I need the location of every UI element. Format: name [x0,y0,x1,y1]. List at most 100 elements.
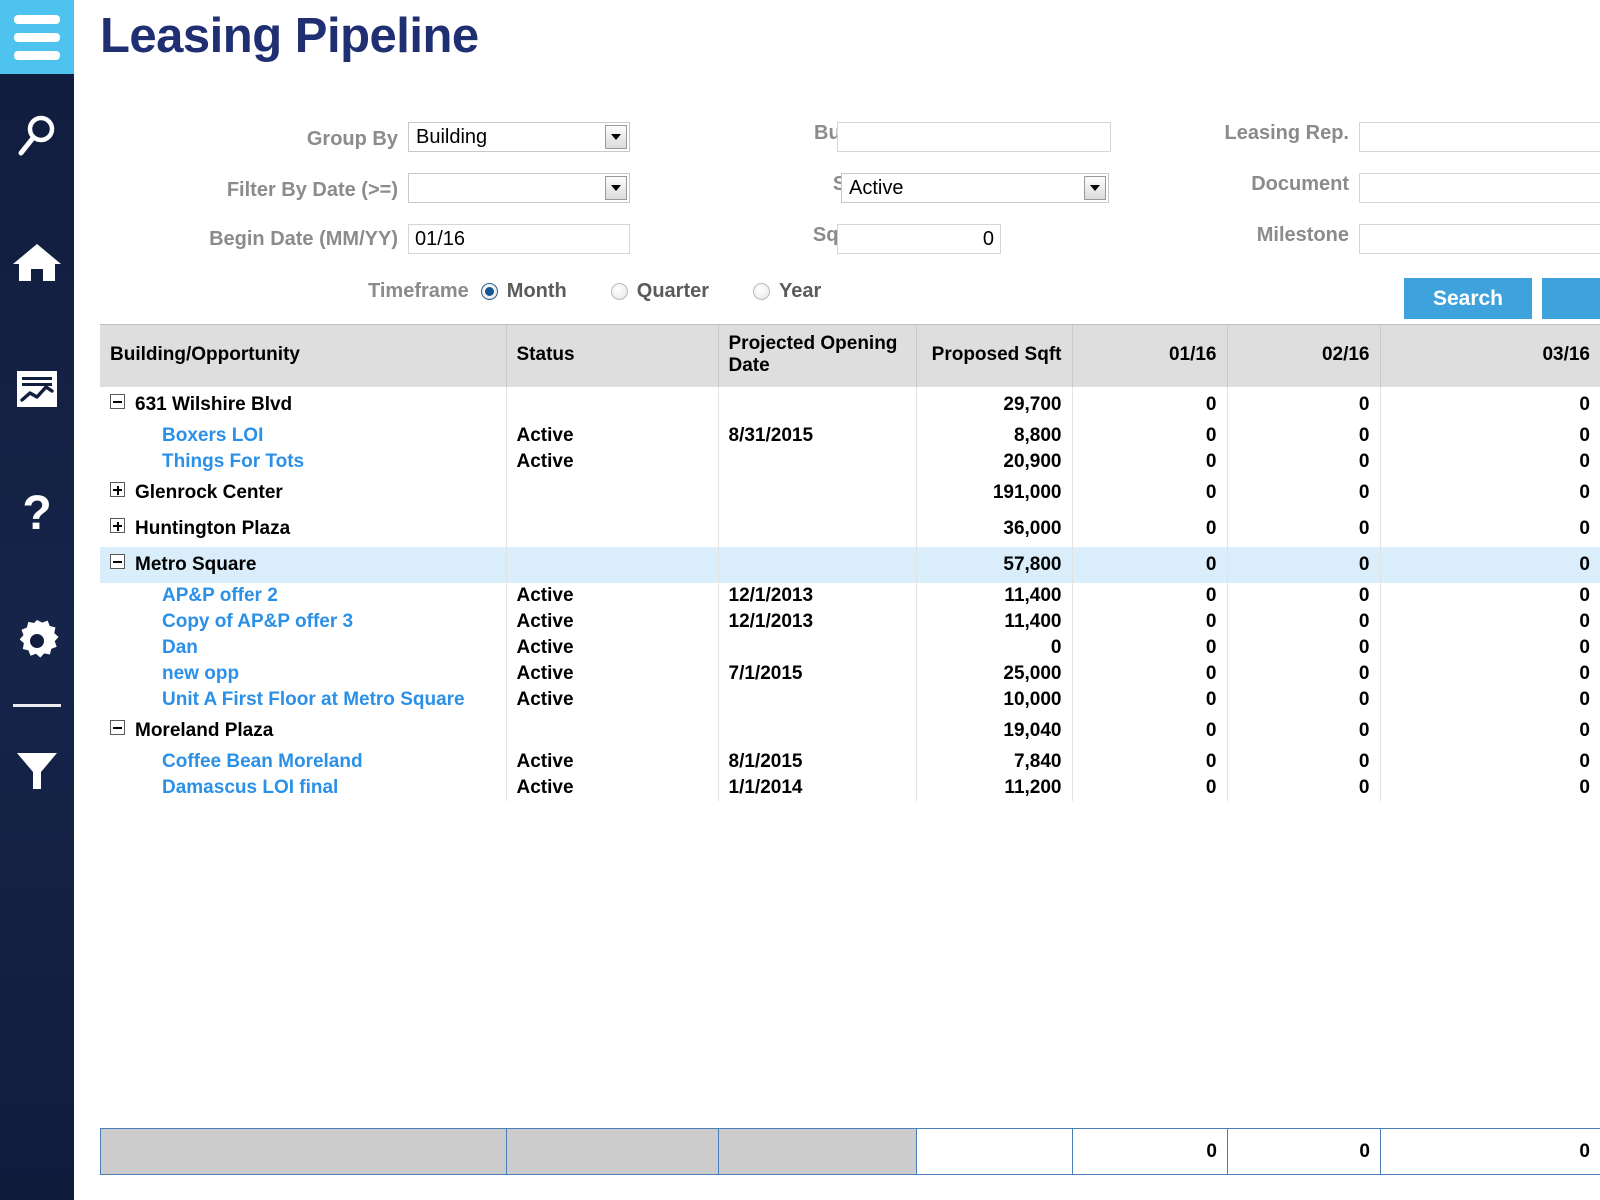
proposed-sqft-cell: 57,800 [916,547,1073,583]
projected-opening-date-cell: 7/1/2015 [718,661,917,687]
secondary-action-button[interactable] [1542,278,1600,319]
sidebar-item-search[interactable] [0,74,74,200]
sidebar-item-settings[interactable] [0,578,74,704]
chevron-down-icon[interactable] [1084,176,1106,200]
table-row[interactable]: 631 Wilshire Blvd 29,700 0 0 0 [100,387,1600,423]
sidebar-item-reports[interactable] [0,326,74,452]
opportunity-link[interactable]: AP&P offer 2 [100,583,507,609]
sidebar-item-filter[interactable] [0,707,74,833]
opportunity-link[interactable]: Unit A First Floor at Metro Square [100,687,507,713]
opportunity-link[interactable]: Damascus LOI final [100,775,507,801]
month-3-cell: 0 [1579,611,1590,632]
projected-opening-date-cell [718,687,917,713]
radio-year-label[interactable]: Year [779,280,821,303]
collapse-toggle-icon[interactable] [110,554,125,569]
month-3-cell: 0 [1579,663,1590,684]
projected-opening-date-cell: 8/1/2015 [718,749,917,775]
status-value: Active [849,177,904,199]
hamburger-icon-bar [14,32,60,42]
table-row[interactable]: Damascus LOI final Active 1/1/2014 11,200 0 0… [100,775,1600,801]
month-2-cell: 0 [1227,475,1381,511]
month-1-cell: 0 [1072,449,1228,475]
column-header-proposed-sqft[interactable]: Proposed Sqft [916,325,1073,387]
table-row[interactable]: AP&P offer 2 Active 12/1/2013 11,400 0 0 0 [100,583,1600,609]
sqft-input[interactable] [837,224,1001,254]
milestone-input[interactable] [1359,224,1600,254]
radio-year[interactable] [753,283,771,300]
month-1-cell: 0 [1072,423,1228,449]
table-row[interactable]: Copy of AP&P offer 3 Active 12/1/2013 11,40… [100,609,1600,635]
field-group-by: Group By Building [74,122,630,157]
proposed-sqft-cell: 8,800 [916,423,1073,449]
radio-quarter-label[interactable]: Quarter [637,280,709,303]
page-title: Leasing Pipeline [100,9,479,63]
projected-opening-date-cell [718,475,917,511]
table-row[interactable]: Moreland Plaza 19,040 0 0 0 [100,713,1600,749]
status-cell [506,475,719,511]
month-2-cell: 0 [1227,387,1381,423]
table-row[interactable]: Metro Square 57,800 0 0 0 [100,547,1600,583]
table-row[interactable]: Huntington Plaza 36,000 0 0 0 [100,511,1600,547]
table-row[interactable]: Dan Active 0 0 0 0 [100,635,1600,661]
table-row[interactable]: Unit A First Floor at Metro Square Active… [100,687,1600,713]
month-2-cell: 0 [1227,713,1381,749]
proposed-sqft-cell: 0 [916,635,1073,661]
opportunity-link[interactable]: Things For Tots [100,449,507,475]
table-row[interactable]: Boxers LOI Active 8/31/2015 8,800 0 0 0 [100,423,1600,449]
status-select[interactable]: Active [841,173,1109,203]
collapse-toggle-icon[interactable] [110,394,125,409]
column-header-month-2[interactable]: 02/16 [1227,325,1381,387]
collapse-toggle-icon[interactable] [110,720,125,735]
app-root: ? Leasing Pipeline Group By Building Fil… [0,0,1600,1200]
proposed-sqft-cell: 7,840 [916,749,1073,775]
status-cell: Active [506,423,719,449]
column-header-building[interactable]: Building/Opportunity [100,325,507,387]
radio-month[interactable] [480,283,498,300]
begin-date-input[interactable] [408,224,630,254]
leasing-rep-label: Leasing Rep. [1224,122,1349,144]
sidebar: ? [0,0,74,1200]
sidebar-item-home[interactable] [0,200,74,326]
column-header-projected-opening-date[interactable]: Projected Opening Date [718,325,917,387]
filter-by-date-select[interactable] [408,173,630,203]
column-header-status[interactable]: Status [506,325,719,387]
month-2-cell: 0 [1227,423,1381,449]
status-cell: Active [506,583,719,609]
building-input[interactable] [837,122,1111,152]
milestone-label: Milestone [1256,224,1349,246]
leasing-rep-input[interactable] [1359,122,1600,152]
chevron-down-icon[interactable] [605,176,627,200]
month-2-cell: 0 [1227,583,1381,609]
table-row[interactable]: Things For Tots Active 20,900 0 0 0 [100,449,1600,475]
hamburger-menu-button[interactable] [0,0,74,74]
proposed-sqft-cell: 11,400 [916,583,1073,609]
opportunity-link[interactable]: Coffee Bean Moreland [100,749,507,775]
radio-quarter[interactable] [610,283,628,300]
opportunity-link[interactable]: new opp [100,661,507,687]
expand-toggle-icon[interactable] [110,482,125,497]
totals-row: 0 0 0 [100,1128,1600,1175]
month-1-cell: 0 [1072,547,1228,583]
totals-cell-building [100,1128,507,1175]
group-by-select[interactable]: Building [408,122,630,152]
column-header-month-1[interactable]: 01/16 [1072,325,1228,387]
expand-toggle-icon[interactable] [110,518,125,533]
month-3-cell: 0 [1579,451,1590,472]
pipeline-table: Building/Opportunity Status Projected Op… [100,324,1600,801]
document-input[interactable] [1359,173,1600,203]
opportunity-link[interactable]: Boxers LOI [100,423,507,449]
radio-month-label[interactable]: Month [507,280,567,303]
column-header-month-3[interactable]: 03/16 [1380,325,1600,387]
opportunity-link[interactable]: Copy of AP&P offer 3 [100,609,507,635]
search-button[interactable]: Search [1404,278,1532,319]
gear-icon [12,616,62,666]
chevron-down-icon[interactable] [605,125,627,149]
table-row[interactable]: new opp Active 7/1/2015 25,000 0 0 0 [100,661,1600,687]
table-row[interactable]: Glenrock Center 191,000 0 0 0 [100,475,1600,511]
status-cell [506,511,719,547]
opportunity-link[interactable]: Dan [100,635,507,661]
month-1-cell: 0 [1072,583,1228,609]
totals-cell-month-3: 0 [1380,1128,1600,1175]
sidebar-item-help[interactable]: ? [0,452,74,578]
table-row[interactable]: Coffee Bean Moreland Active 8/1/2015 7,840 0… [100,749,1600,775]
